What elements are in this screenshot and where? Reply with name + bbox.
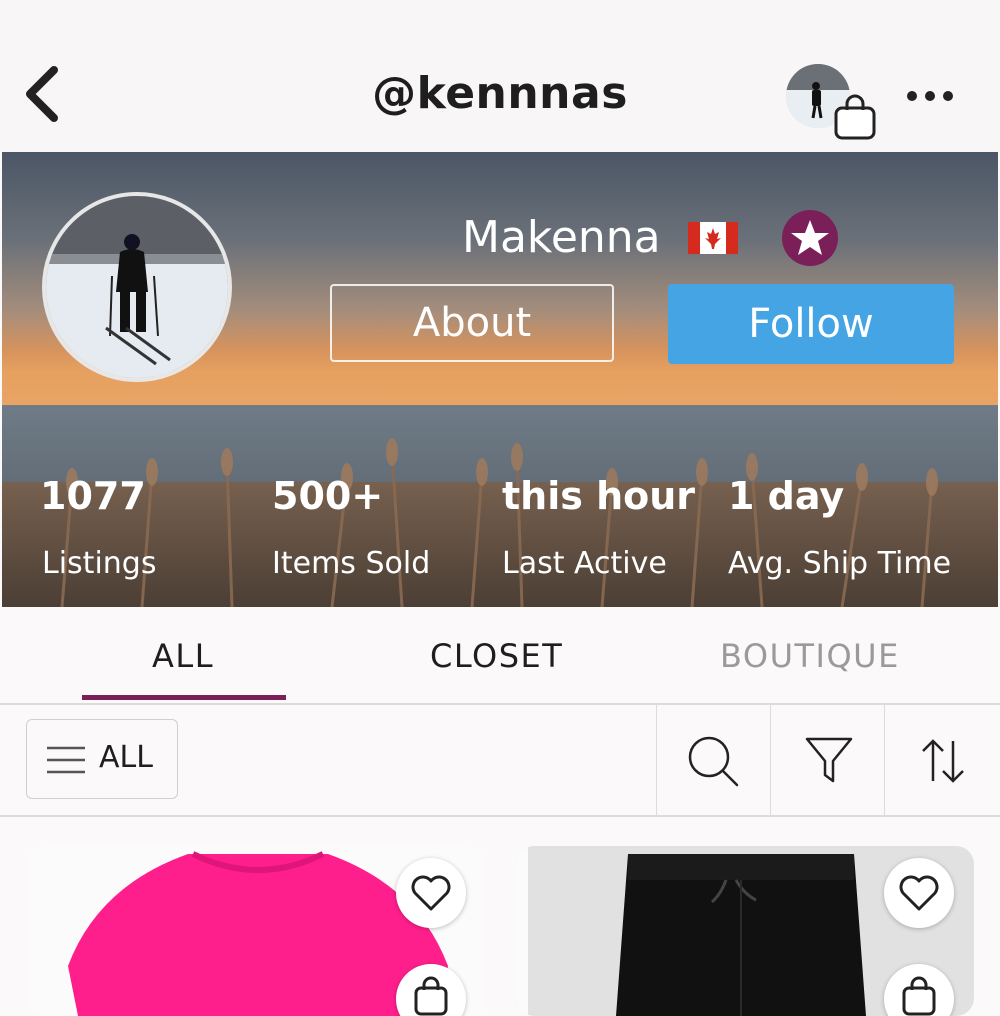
stat-items-sold-value: 500+ [272, 474, 384, 518]
about-button[interactable]: About [330, 284, 614, 362]
back-button[interactable] [18, 60, 70, 130]
follow-button[interactable]: Follow [668, 284, 954, 364]
stat-listings-value: 1077 [40, 474, 146, 518]
profile-photo [46, 196, 228, 378]
more-horizontal-icon [907, 91, 953, 101]
profile-avatar[interactable] [42, 192, 232, 382]
chevron-left-icon [26, 66, 58, 122]
star-badge-icon[interactable] [780, 208, 840, 268]
shopping-bag-icon [834, 94, 876, 140]
filter-button[interactable] [770, 705, 885, 815]
listing-toolbar: ALL [0, 705, 1000, 817]
search-button[interactable] [656, 705, 771, 815]
tab-all[interactable]: ALL [152, 637, 214, 675]
like-button[interactable] [884, 858, 954, 928]
active-tab-indicator [82, 695, 286, 700]
stat-listings-label: Listings [42, 546, 157, 581]
filter-icon [805, 737, 853, 783]
stat-last-active-value: this hour [502, 474, 696, 518]
shopping-bag-icon [902, 976, 936, 1016]
canada-flag-icon [688, 222, 738, 254]
display-name: Makenna [462, 212, 661, 263]
tab-closet[interactable]: CLOSET [430, 637, 563, 675]
profile-banner: Makenna About Follow 1077 Listings 500+ … [2, 152, 998, 607]
listing-card[interactable] [516, 846, 974, 1016]
shopping-bag-button[interactable] [832, 94, 880, 140]
closet-tabs: ALL CLOSET BOUTIQUE [0, 607, 1000, 705]
tab-boutique[interactable]: BOUTIQUE [720, 637, 900, 675]
listing-card[interactable] [28, 846, 486, 1016]
more-options-button[interactable] [900, 82, 960, 110]
stat-last-active-label: Last Active [502, 546, 667, 581]
search-icon [688, 736, 739, 787]
shopping-bag-icon [414, 976, 448, 1016]
menu-icon [47, 746, 85, 774]
category-filter-button[interactable]: ALL [26, 719, 178, 799]
sort-button[interactable] [884, 705, 999, 815]
like-button[interactable] [396, 858, 466, 928]
page-title: @kennnas [372, 68, 628, 119]
top-bar: @kennnas [0, 0, 1000, 152]
stat-ship-time-label: Avg. Ship Time [728, 546, 952, 581]
sort-icon [922, 739, 964, 783]
heart-icon [899, 875, 939, 911]
stat-items-sold-label: Items Sold [272, 546, 431, 581]
heart-icon [411, 875, 451, 911]
category-filter-label: ALL [99, 740, 153, 775]
stat-ship-time-value: 1 day [728, 474, 845, 518]
